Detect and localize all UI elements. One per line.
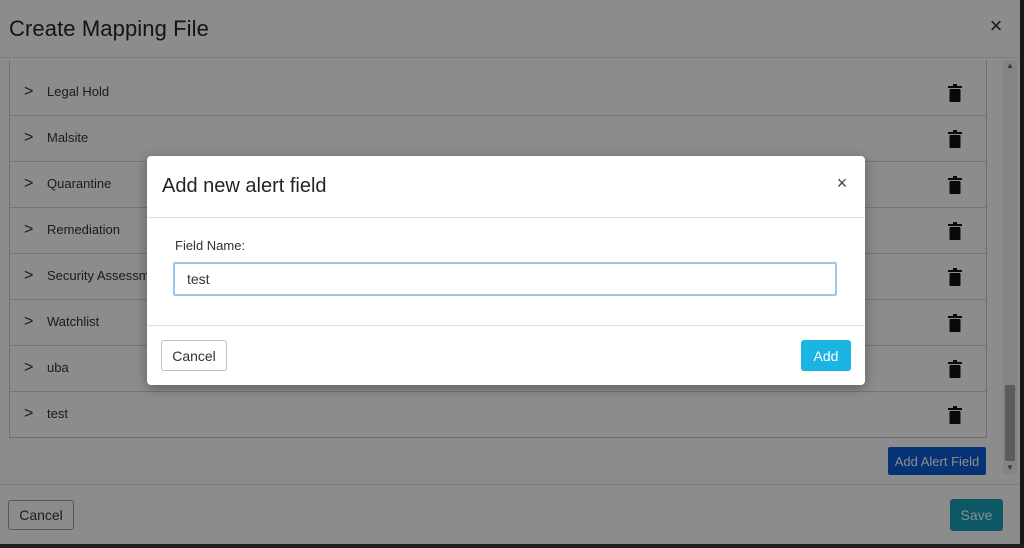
add-button[interactable]: Add	[801, 340, 851, 371]
dialog-cancel-button[interactable]: Cancel	[161, 340, 227, 371]
add-alert-field-dialog: Add new alert field × Field Name: Cancel…	[147, 156, 865, 385]
dialog-header: Add new alert field ×	[147, 156, 865, 218]
field-name-label: Field Name:	[175, 238, 246, 253]
dialog-title: Add new alert field	[162, 175, 327, 197]
field-name-input[interactable]	[173, 262, 837, 296]
close-icon[interactable]: ×	[831, 172, 853, 194]
dialog-footer: Cancel Add	[147, 325, 865, 385]
